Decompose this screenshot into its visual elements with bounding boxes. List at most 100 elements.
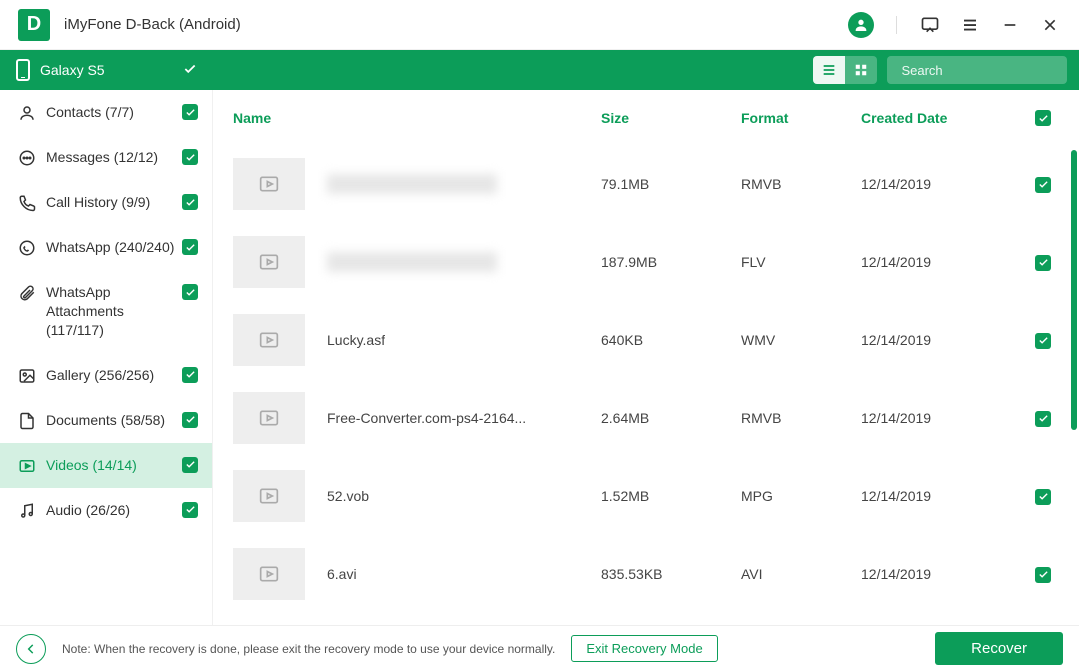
sidebar-item-phone[interactable]: Call History (9/9) — [0, 180, 212, 225]
feedback-icon[interactable] — [919, 14, 941, 36]
video-thumbnail-icon — [233, 158, 305, 210]
col-format[interactable]: Format — [741, 110, 861, 126]
sidebar-item-whatsapp[interactable]: WhatsApp (240/240) — [0, 225, 212, 270]
sidebar-item-label: Videos (14/14) — [46, 456, 182, 475]
sidebar-item-audio[interactable]: Audio (26/26) — [0, 488, 212, 533]
sidebar-item-checkbox[interactable] — [182, 239, 198, 255]
row-checkbox[interactable] — [1035, 488, 1051, 505]
search-box[interactable] — [887, 56, 1067, 84]
file-size: 187.9MB — [601, 254, 741, 270]
app-title: iMyFone D-Back (Android) — [64, 16, 848, 33]
search-input[interactable] — [901, 63, 1077, 78]
recover-button[interactable]: Recover — [935, 632, 1063, 665]
file-name: Lucky.asf — [327, 332, 385, 348]
sidebar-item-doc[interactable]: Documents (58/58) — [0, 398, 212, 443]
row-checkbox[interactable] — [1035, 176, 1051, 193]
table-row[interactable]: 79.1MBRMVB12/14/2019 — [233, 149, 1051, 219]
table-row[interactable]: 52.vob1.52MBMPG12/14/2019 — [233, 461, 1051, 531]
file-format: AVI — [741, 566, 861, 582]
col-date[interactable]: Created Date — [861, 110, 1021, 126]
sidebar-item-checkbox[interactable] — [182, 104, 198, 120]
sidebar-item-checkbox[interactable] — [182, 149, 198, 165]
file-format: FLV — [741, 254, 861, 270]
phone-icon — [16, 59, 30, 81]
file-date: 12/14/2019 — [861, 332, 1021, 348]
sidebar-item-clip[interactable]: WhatsApp Attachments (117/117) — [0, 270, 212, 353]
sidebar-item-checkbox[interactable] — [182, 457, 198, 473]
image-icon — [18, 367, 36, 385]
file-date: 12/14/2019 — [861, 410, 1021, 426]
table-row[interactable]: 6.avi 835.53KBAVI12/14/2019 — [233, 539, 1051, 609]
titlebar: D iMyFone D-Back (Android) — [0, 0, 1079, 50]
sidebar-item-video[interactable]: Videos (14/14) — [0, 443, 212, 488]
sidebar-item-label: WhatsApp (240/240) — [46, 238, 182, 257]
file-date: 12/14/2019 — [861, 176, 1021, 192]
table-row[interactable]: 187.9MBFLV12/14/2019 — [233, 227, 1051, 297]
file-date: 12/14/2019 — [861, 566, 1021, 582]
topbar: Galaxy S5 — [0, 50, 1079, 90]
app-logo-icon: D — [18, 9, 50, 41]
video-thumbnail-icon — [233, 548, 305, 600]
close-icon[interactable] — [1039, 14, 1061, 36]
sidebar-item-checkbox[interactable] — [182, 502, 198, 518]
topbar-right — [813, 56, 1079, 84]
sidebar-item-checkbox[interactable] — [182, 194, 198, 210]
file-size: 79.1MB — [601, 176, 741, 192]
file-size: 835.53KB — [601, 566, 741, 582]
table-body: 79.1MBRMVB12/14/2019187.9MBFLV12/14/2019… — [213, 145, 1079, 625]
table-header: Name Size Format Created Date — [213, 90, 1079, 145]
file-format: RMVB — [741, 176, 861, 192]
content: Name Size Format Created Date 79.1MBRMVB… — [213, 90, 1079, 625]
menu-icon[interactable] — [959, 14, 981, 36]
video-thumbnail-icon — [233, 392, 305, 444]
minimize-icon[interactable] — [999, 14, 1021, 36]
table-row[interactable]: Lucky.asf640KBWMV12/14/2019 — [233, 305, 1051, 375]
footer-note: Note: When the recovery is done, please … — [62, 642, 555, 656]
row-checkbox[interactable] — [1035, 410, 1051, 427]
row-checkbox[interactable] — [1035, 254, 1051, 271]
sidebar-item-checkbox[interactable] — [182, 284, 198, 300]
sidebar-item-label: Messages (12/12) — [46, 148, 182, 167]
file-size: 2.64MB — [601, 410, 741, 426]
file-format: MPG — [741, 488, 861, 504]
row-checkbox[interactable] — [1035, 332, 1051, 349]
device-name: Galaxy S5 — [40, 62, 105, 78]
clip-icon — [18, 284, 36, 302]
account-icon[interactable] — [848, 12, 874, 38]
footer: Note: When the recovery is done, please … — [0, 625, 1079, 671]
file-date: 12/14/2019 — [861, 254, 1021, 270]
sidebar-item-user[interactable]: Contacts (7/7) — [0, 90, 212, 135]
table-row[interactable]: 7.mov1.32MBMOV12/14/2019 — [233, 617, 1051, 625]
exit-recovery-button[interactable]: Exit Recovery Mode — [571, 635, 717, 662]
device-selector[interactable]: Galaxy S5 — [0, 59, 213, 81]
file-size: 1.52MB — [601, 488, 741, 504]
back-button[interactable] — [16, 634, 46, 664]
sidebar-item-chat[interactable]: Messages (12/12) — [0, 135, 212, 180]
table-row[interactable]: Free-Converter.com-ps4-2164...2.64MBRMVB… — [233, 383, 1051, 453]
file-name-redacted — [327, 252, 497, 272]
file-size: 640KB — [601, 332, 741, 348]
sidebar-item-label: Audio (26/26) — [46, 501, 182, 520]
sidebar-item-checkbox[interactable] — [182, 367, 198, 383]
col-name[interactable]: Name — [233, 110, 601, 126]
sidebar-item-image[interactable]: Gallery (256/256) — [0, 353, 212, 398]
row-checkbox[interactable] — [1035, 566, 1051, 583]
select-all-checkbox[interactable] — [1035, 109, 1051, 126]
main: Contacts (7/7) Messages (12/12) Call Histo… — [0, 90, 1079, 625]
sidebar: Contacts (7/7) Messages (12/12) Call Histo… — [0, 90, 213, 625]
phone-icon — [18, 194, 36, 212]
video-thumbnail-icon — [233, 470, 305, 522]
sidebar-item-label: Documents (58/58) — [46, 411, 182, 430]
grid-view-button[interactable] — [845, 56, 877, 84]
sidebar-item-label: Call History (9/9) — [46, 193, 182, 212]
file-name: Free-Converter.com-ps4-2164... — [327, 410, 526, 426]
device-check-icon — [183, 62, 197, 79]
sidebar-item-checkbox[interactable] — [182, 412, 198, 428]
sidebar-item-label: WhatsApp Attachments (117/117) — [46, 283, 182, 340]
file-name: 52.vob — [327, 488, 369, 504]
scrollbar[interactable] — [1071, 150, 1077, 430]
col-size[interactable]: Size — [601, 110, 741, 126]
list-view-button[interactable] — [813, 56, 845, 84]
file-name: 6.avi — [327, 566, 357, 582]
user-icon — [18, 104, 36, 122]
